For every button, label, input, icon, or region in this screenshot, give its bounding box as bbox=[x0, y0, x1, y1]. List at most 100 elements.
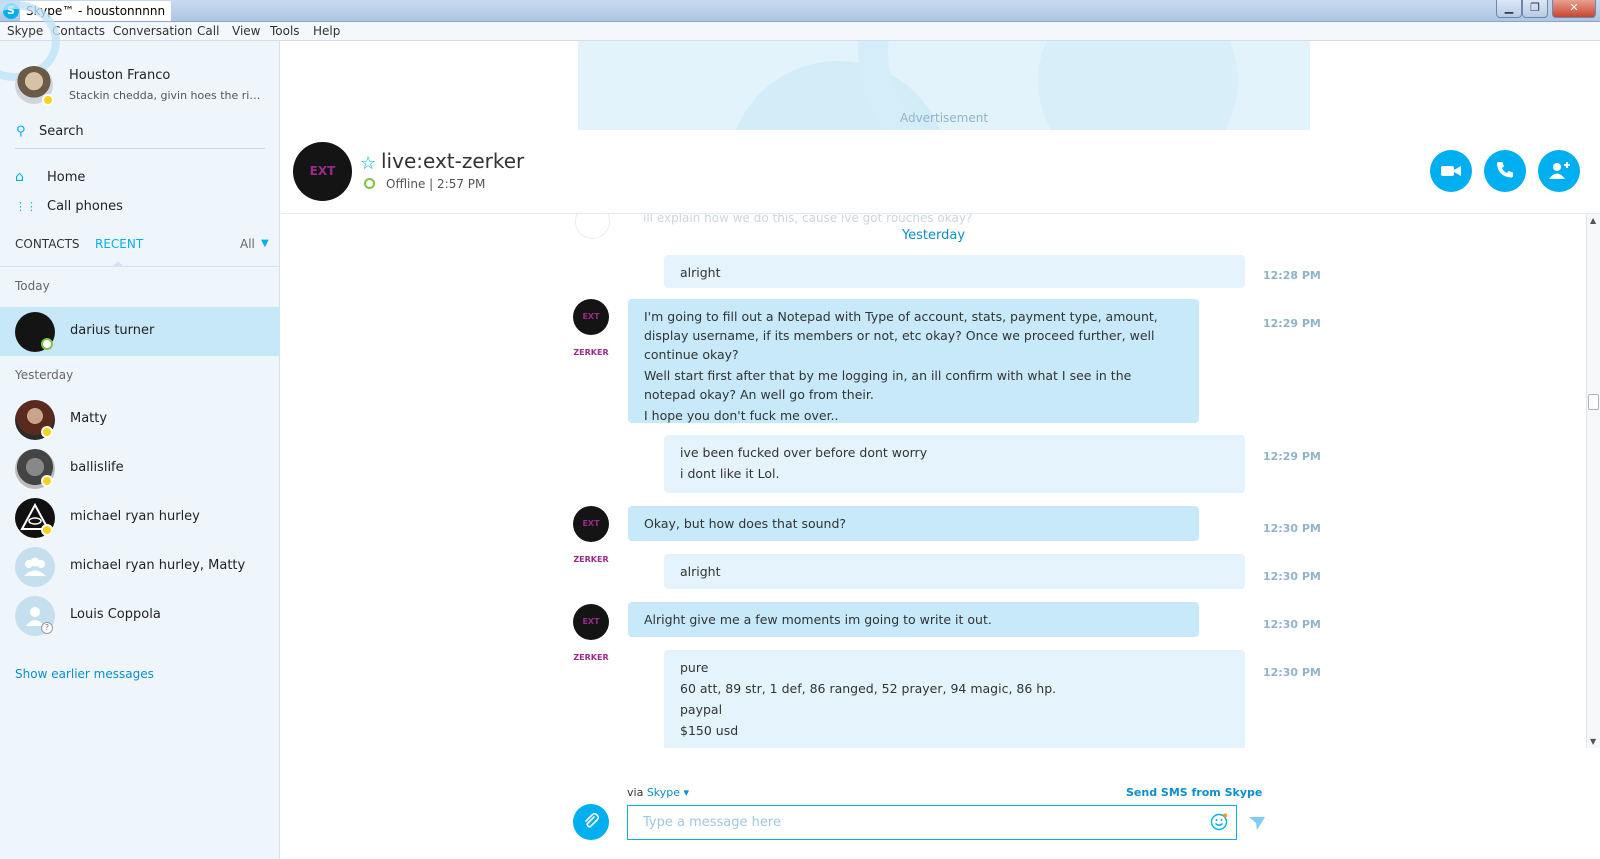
show-earlier-messages-link[interactable]: Show earlier messages bbox=[15, 667, 154, 681]
faded-message: ill explain how we do this, cause ive go… bbox=[643, 214, 973, 225]
nav-call-phones[interactable]: ⋮⋮ Call phones bbox=[15, 195, 265, 219]
contact-name: michael ryan hurley bbox=[70, 509, 200, 524]
message-bubble-incoming[interactable]: I'm going to fill out a Notepad with Typ… bbox=[628, 299, 1199, 423]
search-label: Search bbox=[39, 124, 84, 139]
sender-avatar[interactable]: EXT ZERKER bbox=[573, 299, 609, 357]
send-arrow-icon bbox=[1249, 817, 1265, 830]
message-scrollbar[interactable]: ▲ ▼ bbox=[1586, 214, 1600, 748]
contact-name: Matty bbox=[70, 411, 108, 426]
away-status-icon bbox=[41, 524, 53, 536]
menu-tools[interactable]: Tools bbox=[270, 24, 300, 38]
close-button[interactable]: ✕ bbox=[1552, 0, 1596, 18]
message-text: i dont like it Lol. bbox=[680, 466, 780, 481]
search-icon: ⚲ bbox=[16, 124, 26, 139]
maximize-button[interactable]: ❐ bbox=[1522, 0, 1548, 18]
add-person-icon bbox=[1549, 162, 1570, 179]
question-status-icon: ? bbox=[41, 622, 53, 634]
video-call-button[interactable] bbox=[1430, 150, 1472, 192]
send-button[interactable] bbox=[1248, 814, 1266, 832]
scroll-down-icon[interactable]: ▼ bbox=[1590, 737, 1596, 746]
tab-recent[interactable]: RECENT bbox=[95, 237, 143, 251]
sidebar: Houston Franco Stackin chedda, givin hoe… bbox=[0, 1, 280, 859]
contact-matty[interactable]: Matty bbox=[0, 395, 280, 444]
contacts-tabs: CONTACTS RECENT All ▼ bbox=[15, 235, 270, 257]
conversation-avatar[interactable]: EXT ZERKER bbox=[293, 142, 352, 237]
message-text: Well start first after that by me loggin… bbox=[644, 368, 1132, 402]
away-status-icon bbox=[42, 94, 54, 106]
scroll-up-icon[interactable]: ▲ bbox=[1590, 216, 1596, 225]
conversation-status: Offline | 2:57 PM bbox=[386, 177, 486, 191]
contact-darius-turner[interactable]: darius turner bbox=[0, 307, 280, 356]
message-text: I hope you don't fuck me over.. bbox=[644, 408, 839, 423]
profile-mood[interactable]: Stackin chedda, givin hoes the righ... bbox=[69, 89, 264, 102]
menu-call[interactable]: Call bbox=[197, 24, 219, 38]
scroll-thumb[interactable] bbox=[1588, 394, 1599, 410]
message-text: alright bbox=[680, 265, 721, 280]
message-timestamp: 12:30 PM bbox=[1263, 618, 1321, 631]
chevron-down-icon[interactable]: ▼ bbox=[261, 238, 269, 249]
avatar bbox=[15, 547, 55, 587]
smiley-icon bbox=[1210, 813, 1228, 831]
menu-conversation[interactable]: Conversation bbox=[113, 24, 192, 38]
contact-name: Louis Coppola bbox=[70, 607, 161, 622]
send-via-selector[interactable]: via Skype ▾ bbox=[627, 786, 689, 799]
emoticon-button[interactable] bbox=[1210, 813, 1228, 831]
contact-name: darius turner bbox=[70, 323, 155, 338]
message-text: Alright give me a few moments im going t… bbox=[644, 612, 992, 627]
filter-dropdown[interactable]: All bbox=[240, 237, 255, 251]
message-bubble-outgoing[interactable]: alright bbox=[664, 255, 1245, 288]
video-camera-icon bbox=[1441, 166, 1461, 176]
message-text: Okay, but how does that sound? bbox=[644, 516, 847, 531]
minimize-button[interactable]: ▁ bbox=[1496, 0, 1522, 18]
message-timestamp: 12:28 PM bbox=[1263, 269, 1321, 282]
message-text: $150 usd bbox=[680, 723, 739, 738]
section-yesterday: Yesterday bbox=[15, 368, 74, 382]
tab-divider bbox=[0, 266, 280, 267]
sender-avatar[interactable]: EXT ZERKER bbox=[573, 604, 609, 662]
title-bar: S Skype™ - houstonnnnn ▁ ❐ ✕ bbox=[0, 0, 1600, 22]
contact-louis-coppola[interactable]: ? Louis Coppola bbox=[0, 591, 280, 640]
search-button[interactable]: ⚲ Search bbox=[15, 121, 265, 149]
nav-home[interactable]: ⌂ Home bbox=[15, 166, 265, 190]
menu-help[interactable]: Help bbox=[313, 24, 340, 38]
conversation-name[interactable]: live:ext-zerker bbox=[381, 149, 524, 173]
message-bubble-incoming[interactable]: Okay, but how does that sound? bbox=[628, 506, 1199, 541]
message-text: pure bbox=[680, 660, 709, 675]
nav-home-label: Home bbox=[47, 170, 86, 185]
online-status-icon bbox=[41, 338, 53, 350]
away-status-icon bbox=[41, 426, 53, 438]
section-today: Today bbox=[15, 279, 50, 293]
advertisement-label: Advertisement bbox=[899, 111, 989, 125]
favorite-star-icon[interactable]: ☆ bbox=[360, 153, 376, 174]
message-bubble-incoming[interactable]: Alright give me a few moments im going t… bbox=[628, 602, 1199, 637]
message-text: paypal bbox=[680, 702, 723, 717]
message-text: 60 att, 89 str, 1 def, 86 ranged, 52 pra… bbox=[680, 681, 1057, 696]
menu-view[interactable]: View bbox=[232, 24, 260, 38]
audio-call-button[interactable] bbox=[1484, 150, 1526, 192]
profile-name[interactable]: Houston Franco bbox=[69, 68, 170, 83]
message-bubble-outgoing[interactable]: alright bbox=[664, 554, 1245, 589]
advertisement-banner[interactable]: Advertisement bbox=[578, 41, 1310, 130]
offline-status-icon bbox=[364, 178, 375, 189]
message-timestamp: 12:30 PM bbox=[1263, 522, 1321, 535]
add-contact-button[interactable] bbox=[1538, 150, 1580, 192]
message-input[interactable] bbox=[627, 805, 1237, 840]
contact-michael-ryan-hurley[interactable]: michael ryan hurley bbox=[0, 493, 280, 542]
chevron-down-icon[interactable]: ▾ bbox=[684, 786, 690, 799]
menu-bar: Skype Contacts Conversation Call View To… bbox=[0, 22, 1600, 41]
paperclip-icon bbox=[585, 812, 600, 828]
via-label: via bbox=[627, 786, 644, 799]
send-sms-link[interactable]: Send SMS from Skype bbox=[1126, 786, 1262, 799]
contact-group-hurley-matty[interactable]: michael ryan hurley, Matty bbox=[0, 542, 280, 591]
message-bubble-outgoing[interactable]: ive been fucked over before dont worry i… bbox=[664, 435, 1245, 493]
menu-contacts[interactable]: Contacts bbox=[52, 24, 105, 38]
sender-avatar[interactable]: EXT ZERKER bbox=[573, 506, 609, 564]
via-service[interactable]: Skype bbox=[647, 786, 680, 799]
contact-ballislife[interactable]: ballislife bbox=[0, 444, 280, 493]
message-timestamp: 12:29 PM bbox=[1263, 317, 1321, 330]
attach-button[interactable] bbox=[573, 804, 609, 840]
contact-name: ballislife bbox=[70, 460, 124, 475]
message-bubble-outgoing[interactable]: pure 60 att, 89 str, 1 def, 86 ranged, 5… bbox=[664, 650, 1245, 748]
message-timestamp: 12:29 PM bbox=[1263, 450, 1321, 463]
tab-contacts[interactable]: CONTACTS bbox=[15, 237, 80, 251]
